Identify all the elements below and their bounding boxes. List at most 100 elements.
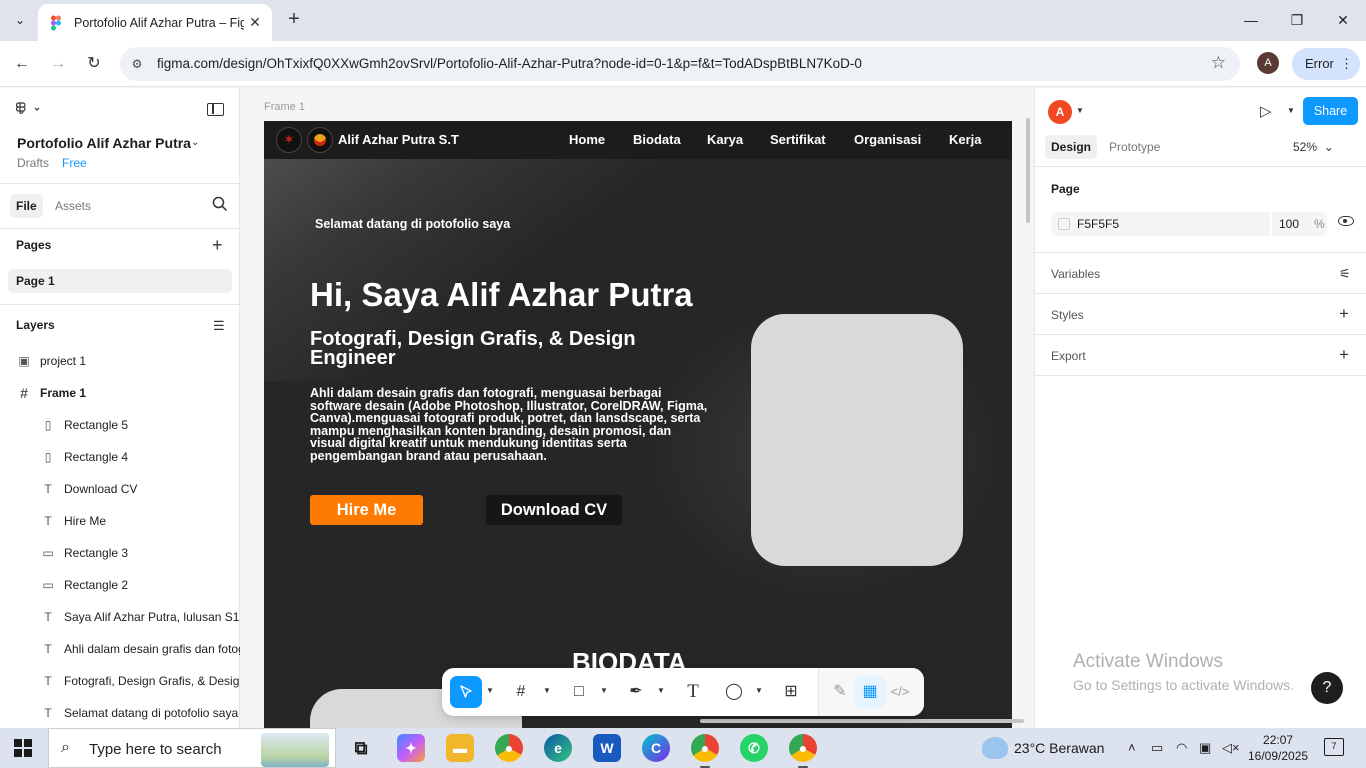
layer-item[interactable]: ▭ Rectangle 3 <box>0 537 240 569</box>
help-button[interactable]: ? <box>1311 672 1343 704</box>
url-text[interactable]: figma.com/design/OhTxixfQ0XXwGmh2ovSrvl/… <box>157 56 862 71</box>
hero-title[interactable]: Hi, Saya Alif Azhar Putra <box>310 276 693 314</box>
move-tool-icon[interactable] <box>450 676 482 708</box>
photo-placeholder[interactable] <box>751 314 963 566</box>
file-location[interactable]: Drafts <box>17 156 49 170</box>
pen-tool-icon[interactable]: ✒ <box>620 676 652 708</box>
display-icon[interactable]: ▣ <box>1199 740 1211 756</box>
download-cv-button[interactable]: Download CV <box>486 495 622 525</box>
plan-badge[interactable]: Free <box>62 156 87 170</box>
whatsapp-icon[interactable]: ✆ <box>740 734 768 762</box>
chevron-down-icon[interactable]: ▼ <box>600 686 608 695</box>
layer-item[interactable]: ▣ project 1 <box>0 345 240 377</box>
rectangle-tool-icon[interactable]: □ <box>563 676 595 708</box>
close-window-icon[interactable]: ✕ <box>1320 6 1366 34</box>
present-play-icon[interactable]: ▷ <box>1260 102 1272 120</box>
sidebar-toggle-icon[interactable] <box>207 103 224 116</box>
chrome-profile-icon[interactable]: ● <box>691 734 719 768</box>
weather-text[interactable]: 23°C Berawan <box>1014 740 1104 756</box>
chevron-down-icon[interactable]: ▼ <box>1076 106 1084 115</box>
actions-tool-icon[interactable]: ⊞ <box>775 676 807 708</box>
browser-tab[interactable]: Portofolio Alif Azhar Putra – Figma ✕ <box>38 4 272 41</box>
taskbar-search[interactable]: ⌕ Type here to search <box>48 728 336 768</box>
chrome-icon[interactable]: ● <box>495 734 523 762</box>
layer-item[interactable]: ▯ Rectangle 4 <box>0 441 240 473</box>
hero-subtitle[interactable]: Fotografi, Design Grafis, & Design Engin… <box>310 329 710 368</box>
bookmark-star-icon[interactable]: ☆ <box>1211 53 1226 73</box>
search-highlight-image[interactable] <box>261 733 329 767</box>
comment-tool-icon[interactable]: ◯ <box>718 676 750 708</box>
collapse-layers-icon[interactable]: ☰ <box>213 318 225 334</box>
nav-link-karya[interactable]: Karya <box>707 132 743 147</box>
user-avatar[interactable]: A <box>1048 100 1072 124</box>
minimize-icon[interactable]: — <box>1228 6 1274 34</box>
windows-start-icon[interactable] <box>14 739 32 757</box>
export-section[interactable]: Export <box>1051 349 1086 363</box>
reload-icon[interactable]: ↻ <box>82 52 106 76</box>
fill-opacity-value[interactable]: 100 <box>1279 217 1299 231</box>
canva-icon[interactable]: C <box>642 734 670 762</box>
variables-settings-icon[interactable]: ⚟ <box>1339 267 1351 281</box>
share-button[interactable]: Share <box>1303 97 1358 125</box>
tab-prototype[interactable]: Prototype <box>1103 135 1166 159</box>
layer-item[interactable]: T Ahli dalam desain grafis dan fotog <box>0 633 240 665</box>
chevron-down-icon[interactable]: ▼ <box>543 686 551 695</box>
eye-icon[interactable] <box>1338 216 1354 226</box>
chevron-down-icon[interactable]: ▼ <box>1287 106 1295 115</box>
fill-hex-value[interactable]: F5F5F5 <box>1077 217 1119 231</box>
nav-link-home[interactable]: Home <box>569 132 605 147</box>
draw-mode-icon[interactable]: ✎ <box>824 676 856 708</box>
frame-tool-icon[interactable]: # <box>505 676 537 708</box>
nav-link-sertifikat[interactable]: Sertifikat <box>770 132 826 147</box>
chrome-active-icon[interactable]: ● <box>789 734 817 768</box>
styles-section[interactable]: Styles <box>1051 308 1084 322</box>
copilot-icon[interactable]: ✦ <box>397 734 425 762</box>
site-info-icon[interactable]: ⚙ <box>128 55 146 73</box>
add-page-icon[interactable]: + <box>212 236 223 254</box>
wifi-icon[interactable]: ◠ <box>1176 740 1187 756</box>
error-button[interactable]: Error ⋮ <box>1292 48 1360 80</box>
layer-item[interactable]: T Fotografi, Design Grafis, & Design <box>0 665 240 697</box>
word-icon[interactable]: W <box>593 734 621 762</box>
task-view-icon[interactable]: ⧉ <box>347 734 375 762</box>
profile-avatar[interactable]: A <box>1257 52 1279 74</box>
layer-item[interactable]: T Selamat datang di potofolio saya <box>0 697 240 729</box>
layer-item[interactable]: ▯ Rectangle 5 <box>0 409 240 441</box>
color-swatch[interactable] <box>1058 218 1070 230</box>
frame-1[interactable]: ✶ Alif Azhar Putra S.T Home Biodata Kary… <box>264 121 1012 728</box>
chevron-down-icon[interactable]: ▼ <box>755 686 763 695</box>
nav-link-biodata[interactable]: Biodata <box>633 132 681 147</box>
dev-mode-icon[interactable]: </> <box>884 676 916 708</box>
tab-search-chevron-icon[interactable]: ⌄ <box>8 8 32 32</box>
forward-icon[interactable]: → <box>46 52 70 76</box>
figma-menu-icon[interactable] <box>15 102 40 119</box>
url-field[interactable]: ⚙ figma.com/design/OhTxixfQ0XXwGmh2ovSrv… <box>120 47 1240 81</box>
vertical-scrollbar[interactable] <box>1026 118 1030 223</box>
tab-assets[interactable]: Assets <box>49 194 97 218</box>
chevron-up-icon[interactable]: ˄ <box>1128 740 1136 755</box>
text-tool-icon[interactable]: T <box>677 676 709 708</box>
back-icon[interactable]: ← <box>10 52 34 76</box>
file-name[interactable]: Portofolio Alif Azhar Putra <box>17 135 191 151</box>
chevron-down-icon[interactable]: ▼ <box>486 686 494 695</box>
nav-link-organisasi[interactable]: Organisasi <box>854 132 921 147</box>
hire-me-button[interactable]: Hire Me <box>310 495 423 525</box>
design-mode-icon[interactable]: ▦ <box>854 676 886 708</box>
horizontal-scrollbar[interactable] <box>700 719 1024 723</box>
layer-item[interactable]: T Saya Alif Azhar Putra, lulusan S1 T <box>0 601 240 633</box>
welcome-text[interactable]: Selamat datang di potofolio saya <box>315 217 510 231</box>
site-navbar[interactable]: ✶ Alif Azhar Putra S.T Home Biodata Kary… <box>264 121 1012 159</box>
file-explorer-icon[interactable]: ▬ <box>446 734 474 762</box>
frame-label[interactable]: Frame 1 <box>264 101 305 113</box>
edge-icon[interactable]: e <box>544 734 572 762</box>
layer-item[interactable]: T Download CV <box>0 473 240 505</box>
new-tab-icon[interactable]: + <box>282 8 306 32</box>
chevron-down-icon[interactable]: ▼ <box>657 686 665 695</box>
battery-icon[interactable]: ▭ <box>1151 740 1163 756</box>
add-export-icon[interactable]: + <box>1339 346 1349 363</box>
tab-file[interactable]: File <box>10 194 43 218</box>
nav-link-kerja[interactable]: Kerja <box>949 132 982 147</box>
variables-section[interactable]: Variables <box>1051 267 1100 281</box>
add-style-icon[interactable]: + <box>1339 305 1349 322</box>
layer-item[interactable]: ▭ Rectangle 2 <box>0 569 240 601</box>
